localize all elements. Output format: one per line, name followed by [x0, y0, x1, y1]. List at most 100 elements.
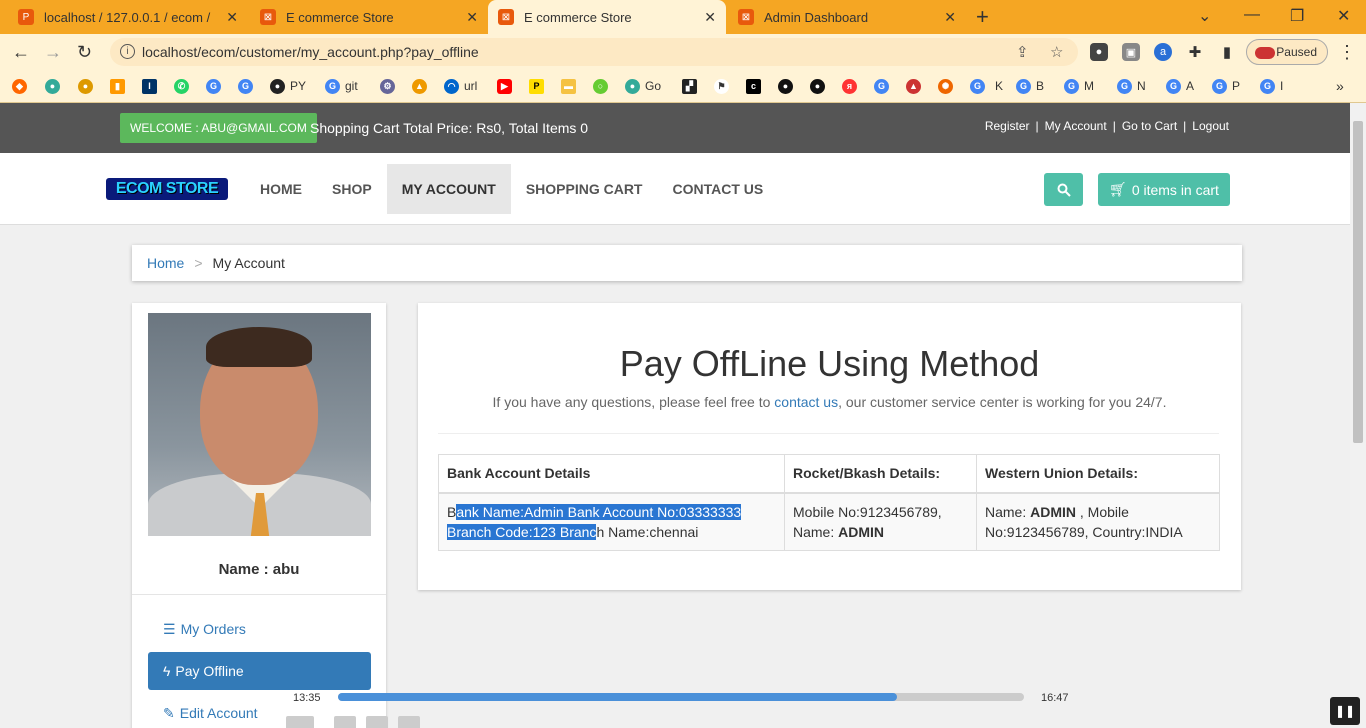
- video-player-controls: 13:35 16:47: [280, 683, 1366, 728]
- bookmark-url[interactable]: ◠ url: [444, 78, 477, 94]
- bookmark-git[interactable]: Ggit: [325, 78, 358, 94]
- bookmark-icon[interactable]: ●: [778, 78, 798, 94]
- nav-contact-us[interactable]: CONTACT US: [658, 164, 779, 214]
- minimize-button[interactable]: —: [1244, 6, 1260, 24]
- bookmark-icon[interactable]: ◆: [12, 78, 32, 94]
- divider: [438, 433, 1219, 434]
- bookmark-icon[interactable]: ●: [810, 78, 830, 94]
- bookmark-b[interactable]: GB: [1016, 78, 1044, 94]
- more-bookmarks-icon[interactable]: »: [1336, 78, 1344, 94]
- profile-paused-button[interactable]: Paused: [1246, 39, 1328, 65]
- close-icon[interactable]: ✕: [944, 9, 956, 26]
- sidepanel-icon[interactable]: ▮: [1218, 43, 1236, 61]
- menu-kebab-icon[interactable]: ⋮: [1338, 42, 1356, 63]
- breadcrumb-home[interactable]: Home: [147, 255, 184, 271]
- bookmark-icon[interactable]: ▲: [906, 78, 926, 94]
- browser-tab-bar: P localhost / 127.0.0.1 / ecom / cus ✕ ⊠…: [0, 0, 1366, 34]
- stop-icon[interactable]: [366, 716, 388, 728]
- bookmark-icon[interactable]: я: [842, 78, 862, 94]
- youtube-icon[interactable]: ▶: [497, 78, 517, 94]
- restore-button[interactable]: ❐: [1290, 6, 1304, 26]
- divider: [132, 594, 386, 595]
- bookmark-icon[interactable]: ▲: [412, 78, 432, 94]
- help-text: If you have any questions, please feel f…: [492, 394, 1167, 410]
- register-link[interactable]: Register: [985, 119, 1030, 133]
- bookmark-icon[interactable]: I: [142, 78, 162, 94]
- google-icon[interactable]: G: [970, 78, 990, 94]
- header-rocket: Rocket/Bkash Details:: [784, 454, 977, 494]
- bookmark-icon[interactable]: ▮: [110, 78, 130, 94]
- bookmark-m[interactable]: GM: [1064, 78, 1094, 94]
- nav-my-account[interactable]: MY ACCOUNT: [386, 164, 511, 214]
- total-time: 16:47: [1041, 692, 1069, 704]
- bookmark-folder-icon[interactable]: ▬: [561, 78, 581, 94]
- elapsed-time: 13:35: [293, 692, 321, 704]
- extension-icon[interactable]: ▣: [1122, 43, 1140, 61]
- logout-link[interactable]: Logout: [1192, 119, 1229, 133]
- google-icon[interactable]: G: [206, 78, 226, 94]
- pause-icon[interactable]: ❚❚: [1330, 697, 1360, 725]
- nav-home[interactable]: HOME: [245, 164, 317, 214]
- bookmark-n[interactable]: GN: [1117, 78, 1146, 94]
- forward-icon[interactable]: →: [44, 42, 62, 63]
- browser-tab-ecommerce-1[interactable]: ⊠ E commerce Store ✕: [250, 0, 488, 34]
- tab-search-icon[interactable]: ⌄: [1198, 6, 1211, 26]
- bookmark-icon[interactable]: c: [746, 78, 766, 94]
- address-bar[interactable]: i localhost/ecom/customer/my_account.php…: [110, 38, 1078, 66]
- share-icon[interactable]: ⇪: [1016, 43, 1029, 61]
- info-icon[interactable]: i: [120, 44, 135, 59]
- western-union-cell: Name: ADMIN , Mobile No:9123456789, Count…: [976, 492, 1220, 551]
- cart-button[interactable]: 🛒︎ 0 items in cart: [1098, 173, 1230, 206]
- bookmark-icon[interactable]: ⚙: [380, 78, 400, 94]
- page-scrollbar[interactable]: [1350, 103, 1366, 728]
- bookmark-p[interactable]: GP: [1212, 78, 1240, 94]
- browser-tab-admin[interactable]: ⊠ Admin Dashboard ✕: [728, 0, 966, 34]
- nav-shopping-cart[interactable]: SHOPPING CART: [511, 164, 658, 214]
- bookmark-icon[interactable]: P: [529, 78, 549, 94]
- skip-forward-icon[interactable]: [398, 716, 420, 728]
- table-header-row: Bank Account Details Rocket/Bkash Detail…: [438, 454, 1220, 494]
- xampp-icon: ⊠: [738, 9, 754, 25]
- search-button[interactable]: [1044, 173, 1083, 206]
- contact-us-link[interactable]: contact us: [774, 394, 838, 410]
- close-window-button[interactable]: ✕: [1337, 6, 1350, 26]
- my-account-link[interactable]: My Account: [1045, 119, 1107, 133]
- panda-extension-icon[interactable]: ●: [1090, 43, 1108, 61]
- bookmark-icon[interactable]: ●: [45, 78, 65, 94]
- new-tab-button[interactable]: +: [976, 4, 989, 30]
- google-icon[interactable]: G: [874, 78, 894, 94]
- bookmark-go[interactable]: ● Go: [625, 78, 661, 94]
- close-icon[interactable]: ✕: [466, 9, 478, 26]
- bookmark-icon[interactable]: ●: [78, 78, 98, 94]
- browser-tab-phpmyadmin[interactable]: P localhost / 127.0.0.1 / ecom / cus ✕: [8, 0, 248, 34]
- reload-icon[interactable]: ↻: [77, 42, 92, 63]
- bookmark-i[interactable]: GI: [1260, 78, 1283, 94]
- play-pause-icon[interactable]: [286, 716, 314, 728]
- web-page: WELCOME : ABU@GMAIL.COM Shopping Cart To…: [0, 103, 1350, 728]
- sidebar-item-my-orders[interactable]: ☰ My Orders: [148, 610, 371, 648]
- google-icon[interactable]: G: [238, 78, 258, 94]
- skip-back-icon[interactable]: [334, 716, 356, 728]
- bookmark-a[interactable]: GA: [1166, 78, 1194, 94]
- close-icon[interactable]: ✕: [704, 9, 716, 26]
- puzzle-icon[interactable]: ✚: [1186, 43, 1204, 61]
- bookmark-k[interactable]: K: [995, 78, 1003, 94]
- browser-tab-ecommerce-2[interactable]: ⊠ E commerce Store ✕: [488, 0, 726, 34]
- bookmark-icon[interactable]: ○: [593, 78, 613, 94]
- bookmark-icon[interactable]: ⚑: [714, 78, 734, 94]
- xampp-icon: ⊠: [498, 9, 514, 25]
- bookmark-github[interactable]: ● PY: [270, 78, 306, 94]
- nav-shop[interactable]: SHOP: [317, 164, 387, 214]
- bookmark-star-icon[interactable]: ☆: [1050, 43, 1063, 61]
- bookmark-icon[interactable]: ▞: [682, 78, 702, 94]
- close-icon[interactable]: ✕: [226, 9, 238, 26]
- whatsapp-icon[interactable]: ✆: [174, 78, 194, 94]
- back-icon[interactable]: ←: [12, 42, 30, 63]
- seek-bar[interactable]: [338, 693, 1024, 701]
- seek-progress: [338, 693, 898, 701]
- bookmark-icon[interactable]: ✺: [938, 78, 958, 94]
- extension-a-icon[interactable]: a: [1154, 43, 1172, 61]
- scrollbar-thumb[interactable]: [1353, 121, 1363, 443]
- go-to-cart-link[interactable]: Go to Cart: [1122, 119, 1177, 133]
- site-logo[interactable]: ECOM STORE: [106, 178, 228, 200]
